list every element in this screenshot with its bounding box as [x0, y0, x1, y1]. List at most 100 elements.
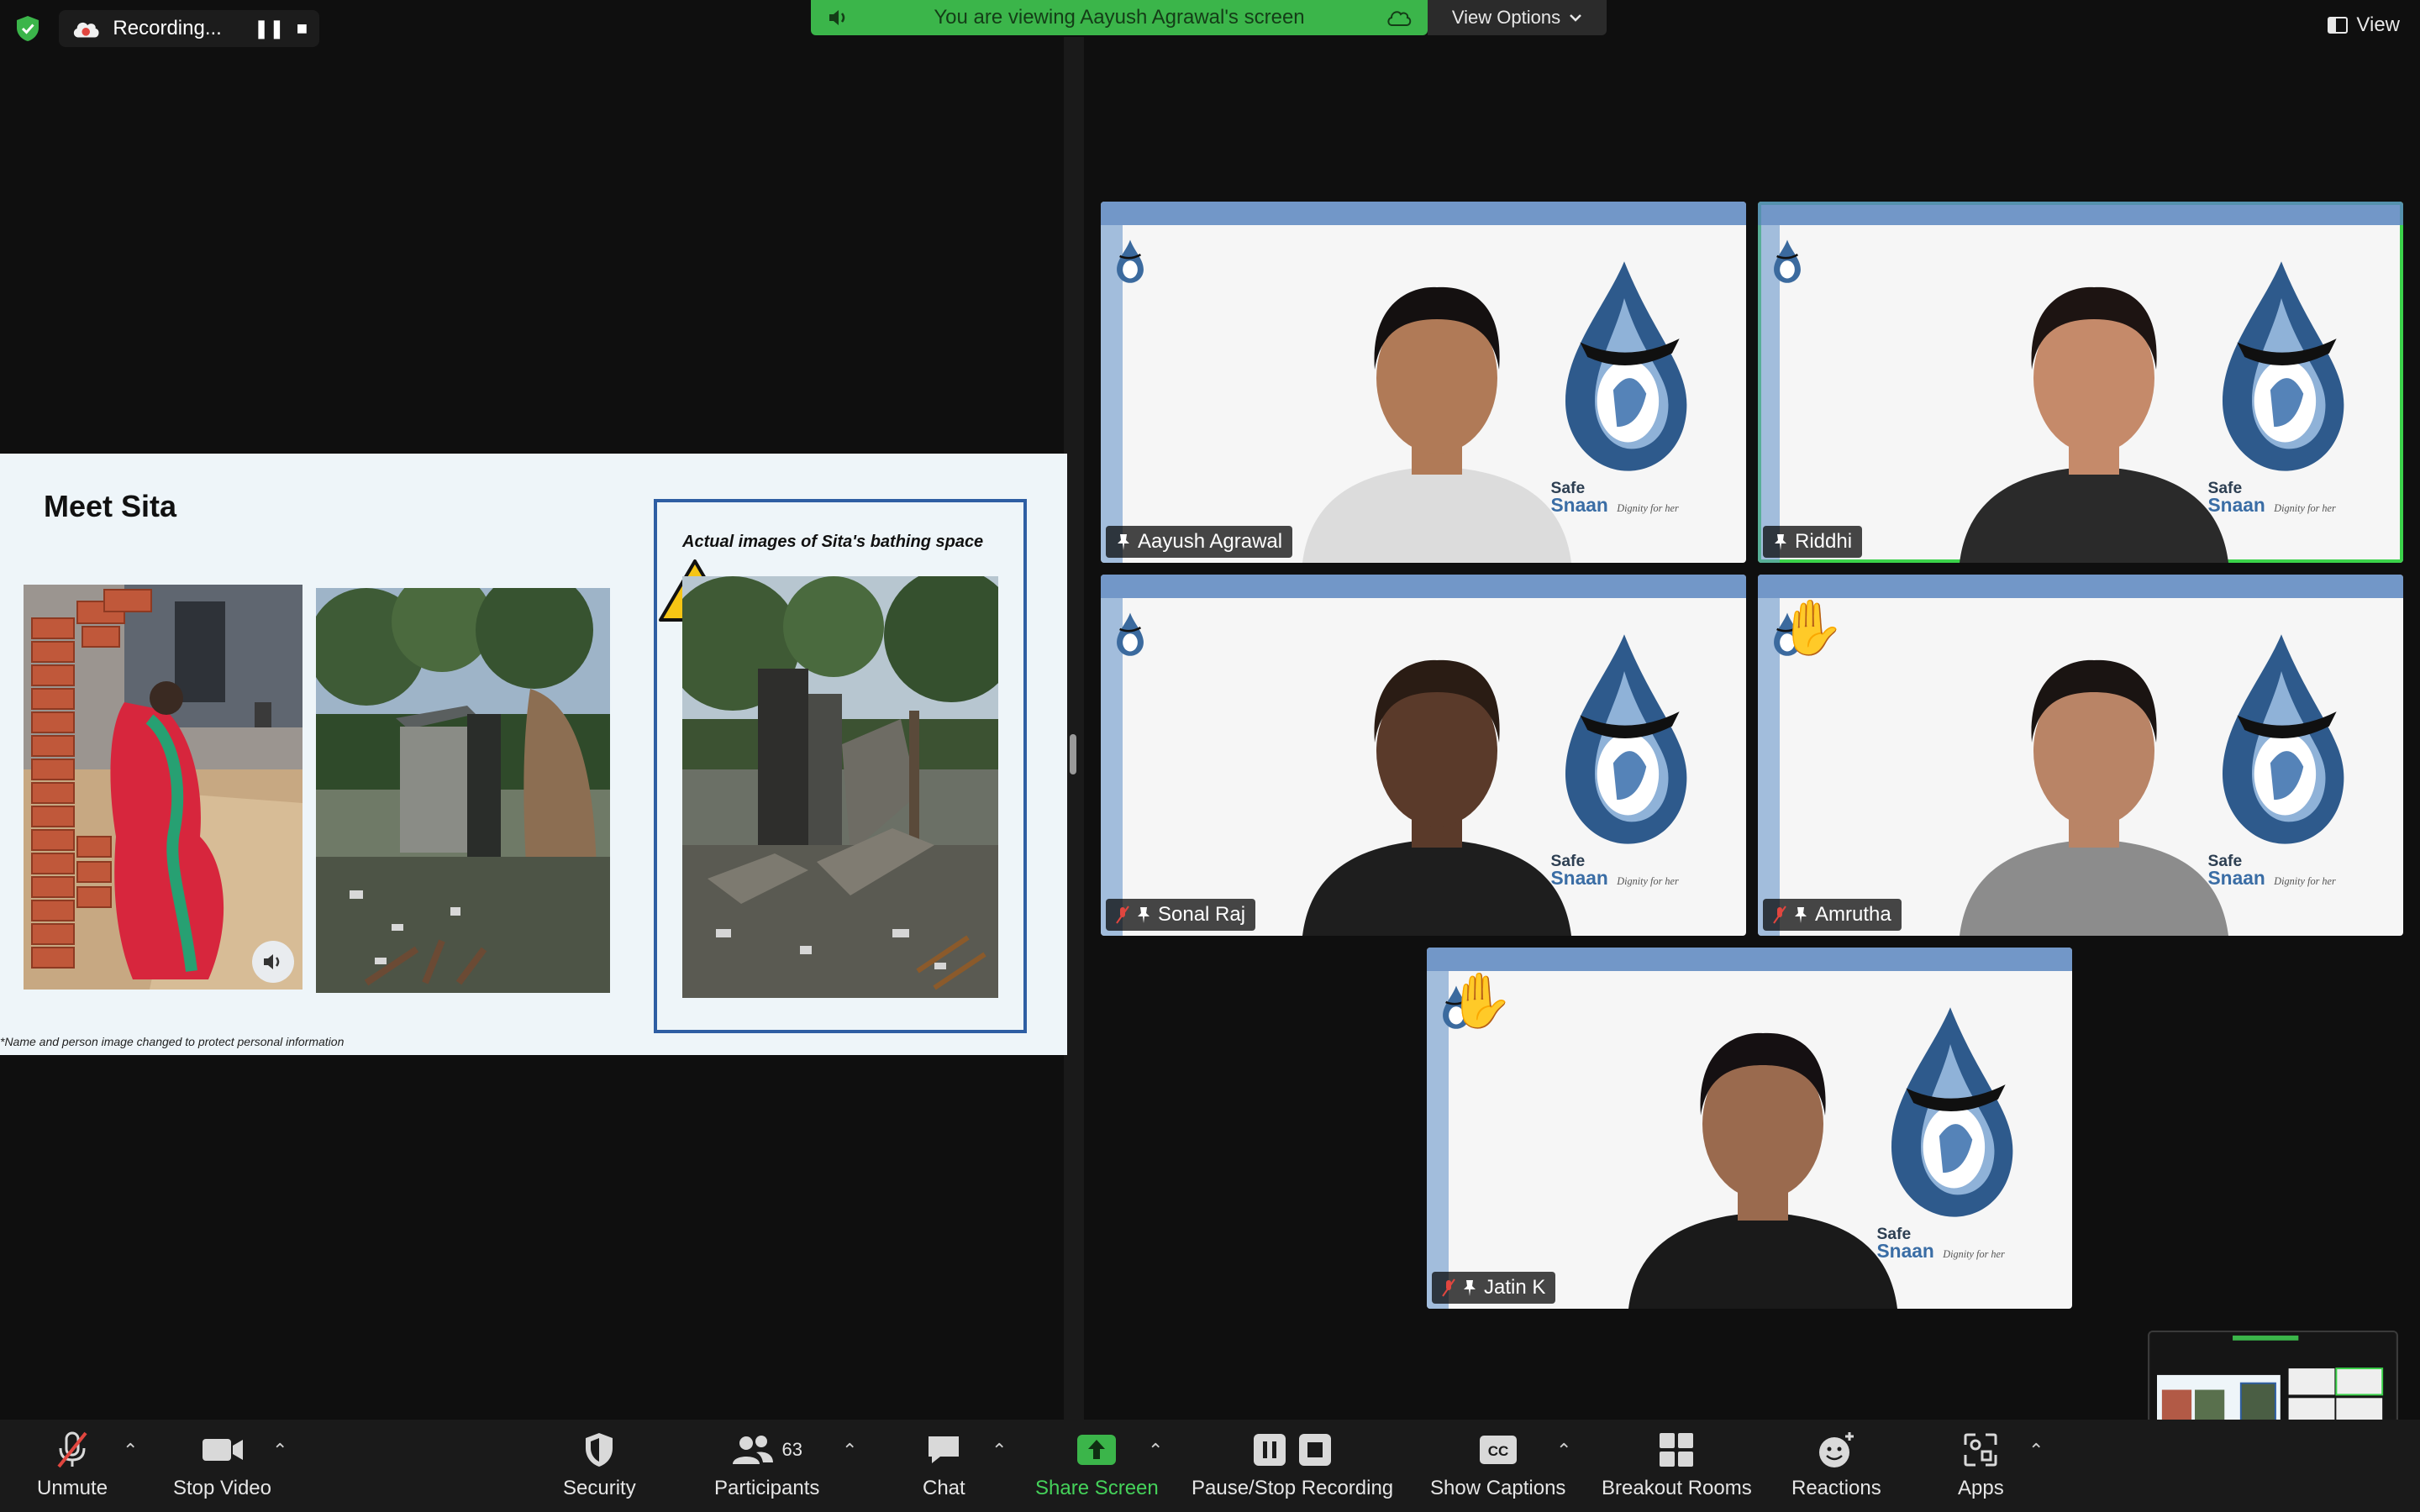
reactions-button[interactable]: Reactions: [1791, 1430, 1881, 1500]
participant-name: Amrutha: [1815, 903, 1891, 926]
background-band: [1427, 948, 2072, 971]
background-band: [1758, 575, 2403, 598]
share-screen-button[interactable]: Share Screen: [1035, 1430, 1159, 1500]
recording-label: Recording...: [113, 17, 222, 39]
share-options-caret[interactable]: ⌃: [1148, 1440, 1163, 1462]
pin-icon[interactable]: [1462, 1278, 1477, 1297]
apps-options-caret[interactable]: ⌃: [2028, 1440, 2044, 1462]
audio-options-caret[interactable]: ⌃: [123, 1440, 138, 1462]
microphone-off-icon: [57, 1431, 87, 1468]
pause-stop-recording-label: Pause/Stop Recording: [1192, 1477, 1394, 1499]
reactions-icon: [1819, 1432, 1854, 1467]
logo-tagline-text: Dignity for her: [1616, 875, 1679, 887]
raised-hand-icon: ✋: [1778, 597, 1845, 658]
video-tile[interactable]: Safe Snaan Dignity for her ✋ Jatin K: [1427, 948, 2072, 1309]
participant-name: Aayush Agrawal: [1138, 530, 1283, 553]
stop-icon[interactable]: ■: [297, 18, 308, 39]
speaker-icon[interactable]: [828, 8, 850, 28]
participant-nametag: Riddhi: [1763, 526, 1863, 558]
share-screen-label: Share Screen: [1035, 1477, 1159, 1499]
logo-tagline-text: Dignity for her: [1942, 1248, 2005, 1260]
participant-name: Riddhi: [1795, 530, 1853, 553]
share-screen-icon: [1077, 1435, 1117, 1465]
participants-label: Participants: [714, 1477, 820, 1499]
unmute-label: Unmute: [37, 1477, 108, 1499]
microphone-off-icon: [1442, 1278, 1455, 1297]
logo-tagline-text: Dignity for her: [2273, 875, 2336, 887]
slide-photo-structure: [316, 588, 610, 993]
reactions-label: Reactions: [1791, 1477, 1881, 1499]
breakout-rooms-icon: [1660, 1433, 1694, 1467]
participant-video: [1302, 659, 1571, 936]
chevron-down-icon: [1570, 14, 1581, 22]
logo-tagline-text: Dignity for her: [2273, 502, 2336, 514]
apps-button[interactable]: Apps: [1958, 1430, 2004, 1500]
security-label: Security: [563, 1477, 636, 1499]
apps-label: Apps: [1958, 1477, 2004, 1499]
video-tile[interactable]: Safe Snaan Dignity for her Riddhi: [1758, 202, 2403, 563]
microphone-off-icon: [1116, 906, 1129, 924]
slide-photo-bricks: [24, 585, 302, 990]
participants-icon: [733, 1436, 774, 1464]
pin-icon[interactable]: [1773, 533, 1788, 551]
background-band: [1101, 202, 1746, 225]
microphone-off-icon: [1773, 906, 1786, 924]
video-options-caret[interactable]: ⌃: [272, 1440, 287, 1462]
show-captions-button[interactable]: CC Show Captions: [1430, 1430, 1565, 1500]
captions-options-caret[interactable]: ⌃: [1556, 1440, 1571, 1462]
slide-photo-bathing-space: [682, 576, 998, 998]
cloud-icon: [1387, 11, 1412, 26]
safe-snaan-mini-logo: [1772, 239, 1802, 285]
participant-name: Sonal Raj: [1158, 903, 1246, 926]
slide-footnote: *Name and person image changed to protec…: [0, 1035, 345, 1048]
shared-screen: Meet Sita Actual images of Sita's bathin…: [0, 454, 1067, 1055]
pause-icon[interactable]: ❚❚: [254, 18, 285, 39]
security-button[interactable]: Security: [563, 1430, 636, 1500]
participant-video: [1960, 659, 2228, 936]
cloud-record-icon: [73, 22, 99, 38]
video-speaker-icon[interactable]: [252, 941, 294, 983]
participants-options-caret[interactable]: ⌃: [842, 1440, 857, 1462]
safe-snaan-mini-logo: [1115, 239, 1145, 285]
participant-video: [1302, 286, 1571, 563]
stop-video-label: Stop Video: [173, 1477, 271, 1499]
view-label: View: [2356, 13, 2400, 36]
view-options-label: View Options: [1451, 7, 1561, 28]
participants-button[interactable]: 63 Participants: [714, 1430, 819, 1500]
participant-nametag: Jatin K: [1432, 1272, 1556, 1304]
stop-icon: [1299, 1434, 1332, 1466]
participant-nametag: Sonal Raj: [1106, 899, 1256, 931]
video-tile[interactable]: Safe Snaan Dignity for her Aayush Agrawa…: [1101, 202, 1746, 563]
video-tile[interactable]: Safe Snaan Dignity for her Sonal Raj: [1101, 575, 1746, 936]
unmute-button[interactable]: Unmute: [37, 1430, 108, 1500]
breakout-rooms-button[interactable]: Breakout Rooms: [1602, 1430, 1752, 1500]
participant-nametag: Amrutha: [1763, 899, 1902, 931]
pin-icon[interactable]: [1136, 906, 1151, 924]
svg-text:CC: CC: [1487, 1443, 1508, 1459]
view-button[interactable]: View: [2328, 13, 2400, 37]
participant-name: Jatin K: [1484, 1276, 1546, 1299]
breakout-rooms-label: Breakout Rooms: [1602, 1477, 1752, 1499]
framed-image-caption: Actual images of Sita's bathing space: [682, 533, 984, 551]
participant-video: [1628, 1032, 1897, 1309]
pin-icon[interactable]: [1116, 533, 1131, 551]
participants-count: 63: [781, 1439, 802, 1460]
safe-snaan-mini-logo: [1115, 612, 1145, 658]
recording-indicator[interactable]: Recording... ❚❚ ■: [59, 10, 319, 47]
pause-icon: [1254, 1434, 1286, 1466]
view-icon: [2328, 17, 2349, 34]
video-tile[interactable]: Safe Snaan Dignity for her ✋ Amrutha: [1758, 575, 2403, 936]
pin-icon[interactable]: [1793, 906, 1808, 924]
chat-button[interactable]: Chat: [923, 1430, 965, 1500]
shield-check-icon[interactable]: [15, 15, 40, 42]
cc-icon: CC: [1479, 1436, 1517, 1464]
divider-grip[interactable]: [1070, 734, 1076, 774]
chat-label: Chat: [923, 1477, 965, 1499]
apps-icon: [1964, 1433, 1997, 1467]
view-options-button[interactable]: View Options: [1428, 0, 1607, 35]
show-captions-label: Show Captions: [1430, 1477, 1566, 1499]
chat-options-caret[interactable]: ⌃: [992, 1440, 1007, 1462]
pause-stop-recording-button[interactable]: Pause/Stop Recording: [1192, 1430, 1393, 1500]
background-band: [1758, 202, 2403, 225]
stop-video-button[interactable]: Stop Video: [173, 1430, 271, 1500]
